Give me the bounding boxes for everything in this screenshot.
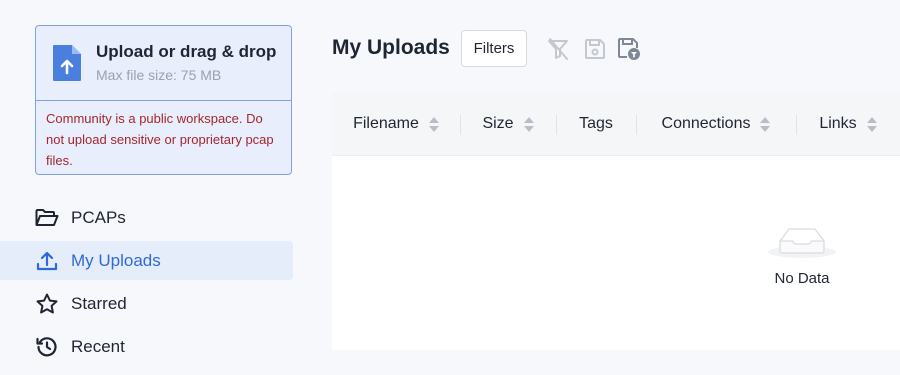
column-header-connections[interactable]: Connections [636, 93, 796, 156]
upload-max-size: Max file size: 75 MB [96, 67, 222, 83]
uploads-table: Filename Size Tags Connections Links No … [332, 93, 900, 350]
sidebar-nav: PCAPs My Uploads Starred Recent [0, 198, 293, 370]
table-header: Filename Size Tags Connections Links [332, 93, 900, 156]
sort-icon[interactable] [428, 116, 439, 132]
history-icon [35, 336, 59, 358]
column-header-links[interactable]: Links [796, 93, 900, 156]
upload-warning: Community is a public workspace. Do not … [36, 100, 291, 174]
save-filter-icon[interactable] [616, 36, 642, 62]
empty-state-label: No Data [774, 270, 830, 287]
sort-icon[interactable] [760, 116, 771, 132]
file-upload-icon [52, 44, 82, 82]
column-label: Tags [579, 115, 613, 132]
column-label: Connections [661, 115, 751, 132]
sidebar-item-label: Starred [71, 293, 127, 313]
upload-area[interactable]: Upload or drag & drop Max file size: 75 … [36, 26, 291, 100]
filters-button[interactable]: Filters [461, 30, 527, 67]
column-label: Size [482, 115, 514, 132]
empty-inbox-icon [762, 228, 842, 265]
sidebar-item-pcaps[interactable]: PCAPs [0, 198, 293, 237]
clear-filter-icon[interactable] [545, 36, 571, 62]
column-header-size[interactable]: Size [460, 93, 556, 156]
sidebar-item-label: My Uploads [71, 250, 161, 270]
column-label: Links [819, 115, 857, 132]
sidebar-item-recent[interactable]: Recent [0, 327, 293, 366]
sidebar-item-starred[interactable]: Starred [0, 284, 293, 323]
empty-state: No Data [762, 211, 842, 287]
upload-icon [35, 250, 59, 272]
save-icon[interactable] [582, 36, 608, 62]
sidebar-item-label: PCAPs [71, 207, 126, 227]
page-title: My Uploads [332, 36, 450, 59]
column-header-filename[interactable]: Filename [332, 93, 460, 156]
sidebar-item-my-uploads[interactable]: My Uploads [0, 241, 293, 280]
sidebar-item-label: Recent [71, 336, 125, 356]
column-label: Filename [353, 115, 419, 132]
column-header-tags[interactable]: Tags [556, 93, 636, 156]
upload-title: Upload or drag & drop [96, 42, 277, 61]
sort-icon[interactable] [523, 116, 534, 132]
sort-icon[interactable] [866, 116, 877, 132]
star-icon [35, 293, 59, 315]
folder-open-icon [35, 207, 59, 229]
upload-dropzone[interactable]: Upload or drag & drop Max file size: 75 … [35, 25, 292, 175]
